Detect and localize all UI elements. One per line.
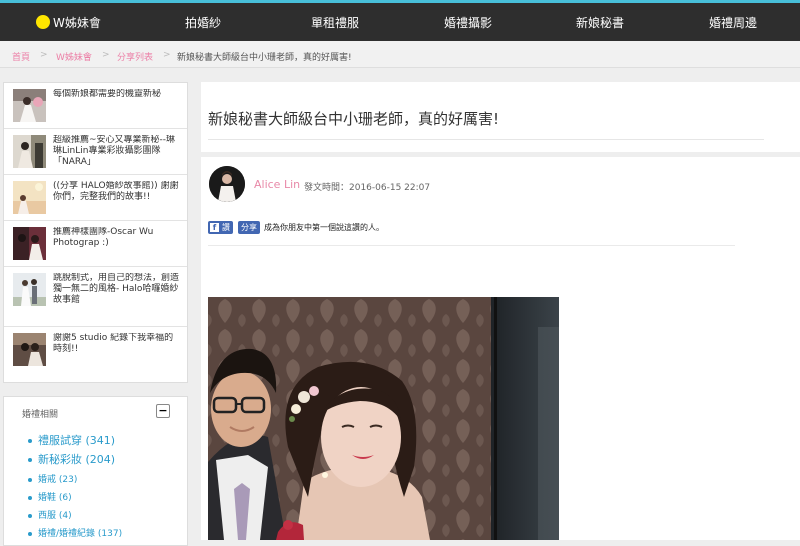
related-post-item[interactable]: ((分享 HALO婚紗故事館)) 謝謝你們，完整我們的故事!! — [4, 175, 187, 221]
author-avatar[interactable] — [209, 166, 245, 202]
category-label: 婚鞋 (6) — [38, 493, 72, 503]
related-post-item[interactable]: 每個新娘都需要的機靈新秘 — [4, 83, 187, 129]
category-label: 婚戒 (23) — [38, 475, 78, 485]
category-label: 婚禮/婚禮紀錄 (137) — [38, 529, 123, 539]
category-label: 禮服試穿 (341) — [38, 434, 116, 447]
facebook-like-prompt: 成為你朋友中第一個說這讚的人。 — [264, 223, 384, 232]
post-content-panel: Alice Lin 發文時間：2016-06-15 22:07 f 讚 分享 成… — [201, 157, 800, 540]
category-item[interactable]: 新秘彩妝 (204) — [28, 451, 115, 467]
related-post-item[interactable]: 推薦神樣團隊-Oscar Wu Photograp :) — [4, 221, 187, 267]
bullet-icon — [28, 439, 32, 443]
nav-item-wedding-accessories[interactable]: 婚禮周邊 — [709, 14, 757, 31]
facebook-share-button[interactable]: 分享 — [238, 221, 260, 234]
bullet-icon — [28, 458, 32, 462]
post-thumbnail — [13, 227, 46, 260]
related-post-title: 每個新娘都需要的機靈新秘 — [53, 89, 162, 99]
related-post-item[interactable]: 超級推薦~安心又專業新秘--琳琳LinLin專業彩妝攝影團隊「NARA」 — [4, 129, 187, 175]
site-logo[interactable]: W姊妹會 — [36, 14, 101, 30]
post-title-panel: 新娘秘書大師級台中小珊老師，真的好厲害! — [201, 82, 800, 152]
nav-item-gown-rental[interactable]: 單租禮服 — [311, 14, 359, 31]
category-item[interactable]: 西服 (4) — [28, 508, 72, 521]
nav-item-bridal-stylist[interactable]: 新娘秘書 — [576, 14, 624, 31]
main-navbar: W姊妹會 拍婚紗 單租禮服 婚禮攝影 新娘秘書 婚禮周邊 — [0, 3, 800, 41]
facebook-like-button[interactable]: f 讚 — [208, 221, 233, 234]
bullet-icon — [28, 513, 32, 518]
related-post-item[interactable]: 跳脫制式，用自己的想法，創造獨一無二的風格- Halo哈囉婚紗故事館 — [4, 267, 187, 327]
post-thumbnail — [13, 181, 46, 214]
breadcrumb-separator: > — [163, 50, 171, 60]
facebook-f-icon: f — [210, 223, 219, 232]
site-logo-text: W姊妹會 — [53, 15, 101, 30]
publish-time: 發文時間：2016-06-15 22:07 — [304, 183, 431, 193]
related-posts-panel: 每個新娘都需要的機靈新秘 超級推薦~安心又專業新秘--琳琳LinLin專業彩妝攝… — [3, 82, 188, 383]
author-name[interactable]: Alice Lin — [254, 178, 300, 191]
collapse-minus-icon[interactable]: − — [156, 404, 170, 418]
bullet-icon — [28, 495, 32, 500]
categories-panel: 婚禮相關 − 禮服試穿 (341) 新秘彩妝 (204) 婚戒 (23) 婚鞋 … — [3, 396, 188, 546]
breadcrumb-home[interactable]: 首頁 — [12, 50, 30, 63]
breadcrumb-separator: > — [40, 50, 48, 60]
bullet-icon — [28, 531, 32, 536]
wedding-photo-image — [208, 297, 559, 540]
divider — [208, 139, 764, 140]
category-item[interactable]: 婚禮/婚禮紀錄 (137) — [28, 526, 122, 539]
yellow-circle-icon — [36, 15, 50, 29]
category-item[interactable]: 婚鞋 (6) — [28, 490, 72, 503]
nav-item-wedding-photography[interactable]: 婚禮攝影 — [444, 14, 492, 31]
breadcrumb-separator: > — [102, 50, 110, 60]
category-item[interactable]: 婚戒 (23) — [28, 472, 77, 485]
post-title: 新娘秘書大師級台中小珊老師，真的好厲害! — [208, 110, 500, 128]
nav-item-wedding-photos[interactable]: 拍婚紗 — [185, 14, 221, 31]
breadcrumb-current: 新娘秘書大師級台中小珊老師，真的好厲害! — [177, 53, 352, 63]
categories-title: 婚禮相關 — [22, 410, 59, 420]
wedding-photo — [208, 297, 559, 540]
related-post-title: ((分享 HALO婚紗故事館)) 謝謝你們，完整我們的故事!! — [53, 181, 179, 202]
category-item[interactable]: 禮服試穿 (341) — [28, 432, 115, 448]
post-thumbnail — [13, 273, 46, 306]
post-thumbnail — [13, 89, 46, 122]
related-post-title: 謝謝5 studio 紀錄下我幸福的時刻!! — [53, 333, 174, 354]
divider — [208, 245, 735, 246]
breadcrumb: 首頁 > W姊妹會 > 分享列表 > 新娘秘書大師級台中小珊老師，真的好厲害! — [0, 41, 800, 68]
related-post-title: 超級推薦~安心又專業新秘--琳琳LinLin專業彩妝攝影團隊「NARA」 — [53, 135, 176, 167]
post-thumbnail — [13, 333, 46, 366]
category-label: 西服 (4) — [38, 511, 72, 521]
post-thumbnail — [13, 135, 46, 168]
related-post-title: 跳脫制式，用自己的想法，創造獨一無二的風格- Halo哈囉婚紗故事館 — [53, 273, 180, 305]
breadcrumb-list[interactable]: 分享列表 — [117, 50, 153, 63]
related-post-title: 推薦神樣團隊-Oscar Wu Photograp :) — [53, 227, 154, 248]
facebook-like-label: 讚 — [222, 223, 230, 232]
category-label: 新秘彩妝 (204) — [38, 453, 116, 466]
bullet-icon — [28, 477, 32, 482]
avatar-image — [209, 166, 245, 202]
breadcrumb-site[interactable]: W姊妹會 — [56, 50, 92, 63]
related-post-item[interactable]: 謝謝5 studio 紀錄下我幸福的時刻!! — [4, 327, 187, 383]
